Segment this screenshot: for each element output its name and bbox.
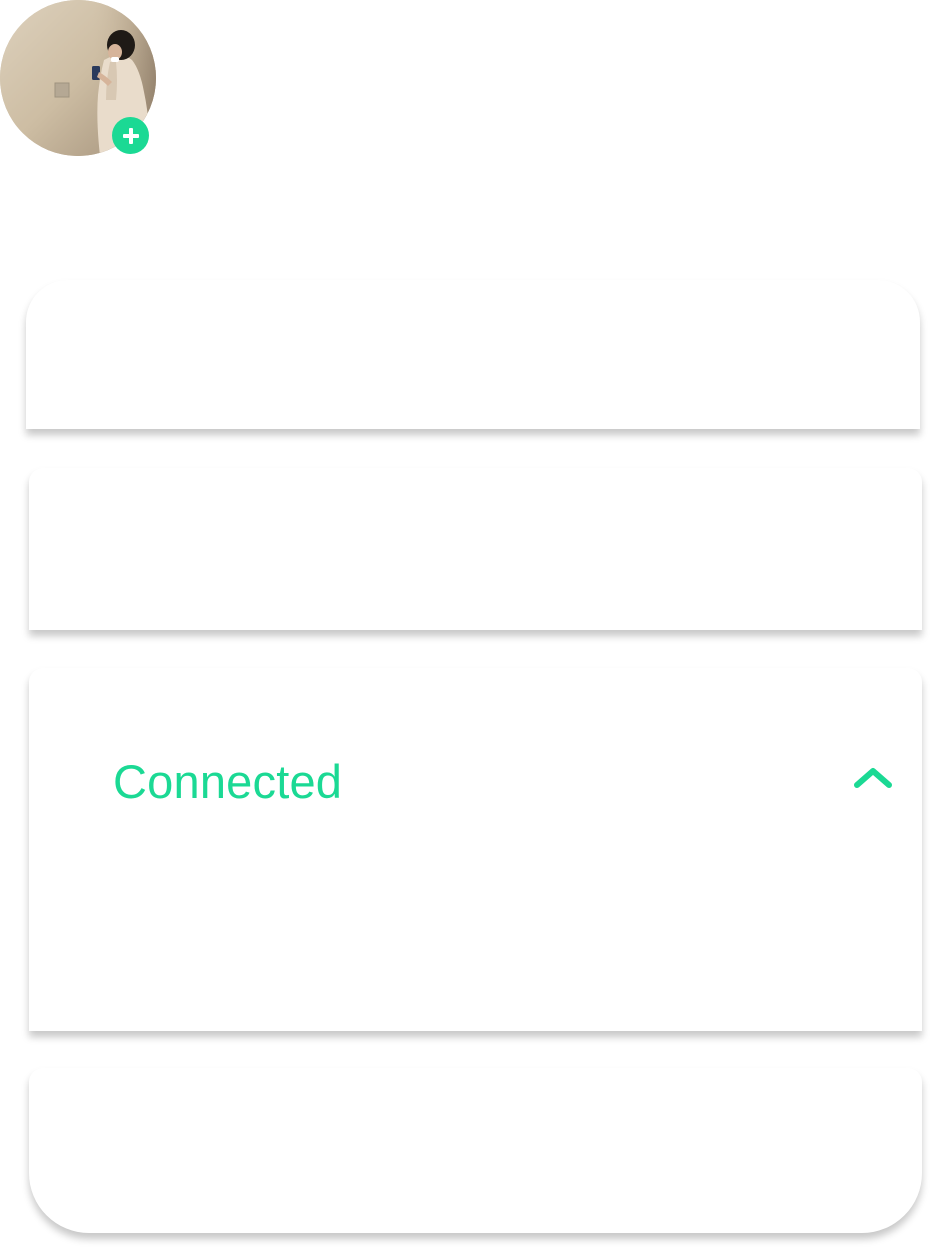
collapse-toggle-button[interactable] [847,758,899,798]
profile-card-top [26,280,920,429]
plus-icon [122,127,139,144]
connection-status-label: Connected [113,755,343,808]
connection-card: Connected [29,668,922,1031]
profile-card-second [29,468,922,630]
profile-card-bottom [29,1068,922,1233]
chevron-up-icon [854,768,892,788]
profile-screen: Connected [0,0,935,1257]
add-photo-button[interactable] [112,117,149,154]
